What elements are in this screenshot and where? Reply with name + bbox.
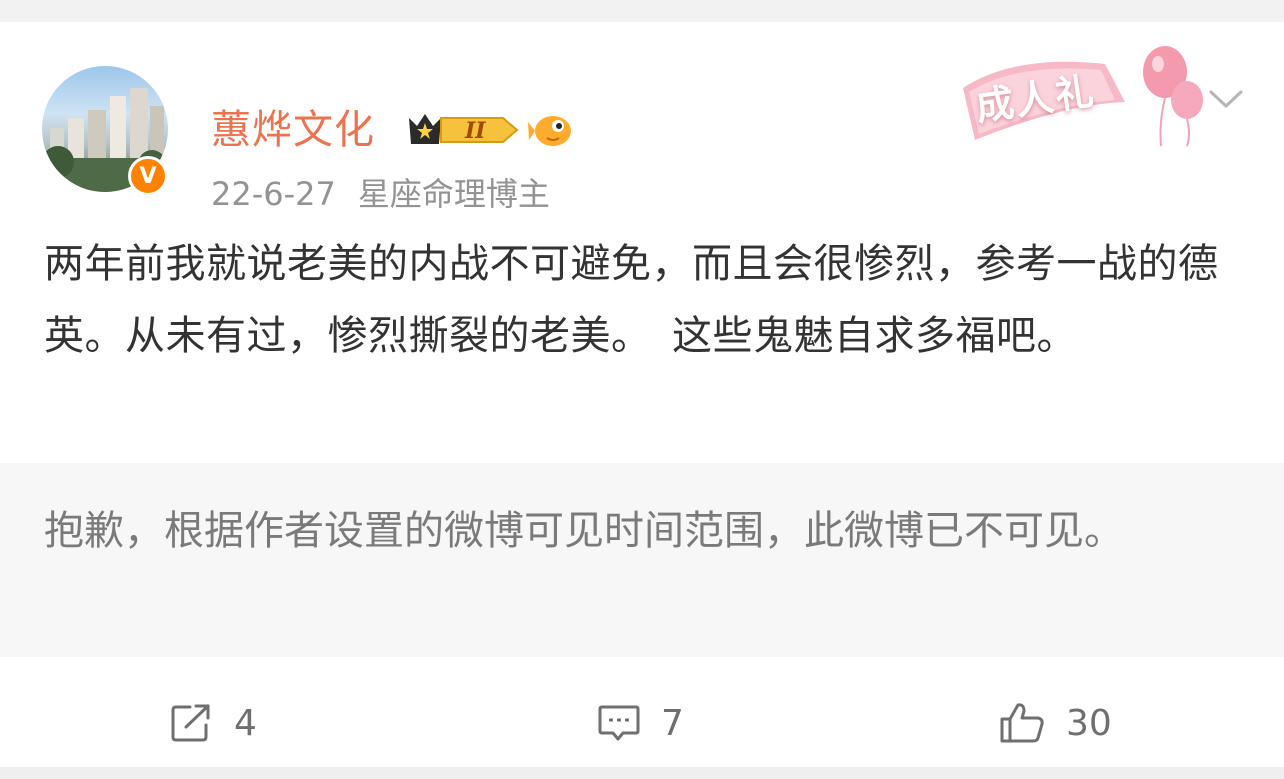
author-name[interactable]: 蕙烨文化 — [211, 104, 375, 156]
vip-level-text: II — [464, 118, 486, 144]
like-button[interactable]: 30 — [998, 698, 1112, 748]
repost-icon — [171, 704, 210, 742]
post-body-text: 两年前我就说老美的内战不可避免，而且会很惨烈，参考一战的德英。从未有过，惨烈撕裂… — [44, 241, 1219, 359]
card-separator — [0, 767, 1284, 779]
visibility-notice-text: 抱歉，根据作者设置的微博可见时间范围，此微博已不可见。 — [44, 508, 1124, 554]
post-meta: 22-6-27 星座命理博主 — [211, 172, 550, 216]
comment-button[interactable]: 7 — [597, 698, 684, 748]
thumbs-up-icon — [1000, 703, 1044, 743]
action-bar: 4 7 30 — [0, 680, 1284, 767]
weibo-post-card: V 蕙烨文化 II 22-6-27 星座命理博主 成人礼 两年前我就说老美的内战不… — [0, 22, 1284, 767]
comment-count: 7 — [661, 702, 684, 744]
repost-button[interactable]: 4 — [170, 698, 257, 748]
like-count: 30 — [1066, 702, 1112, 744]
vip-crown-icon[interactable]: II — [407, 110, 520, 150]
chevron-down-icon[interactable] — [1208, 86, 1244, 112]
fish-icon[interactable] — [527, 108, 575, 152]
verified-badge: V — [128, 156, 168, 196]
author-tag: 星座命理博主 — [357, 175, 550, 213]
visibility-notice: 抱歉，根据作者设置的微博可见时间范围，此微博已不可见。 — [0, 463, 1284, 657]
repost-count: 4 — [234, 702, 257, 744]
comment-icon — [598, 705, 640, 741]
post-timestamp[interactable]: 22-6-27 — [211, 175, 336, 213]
